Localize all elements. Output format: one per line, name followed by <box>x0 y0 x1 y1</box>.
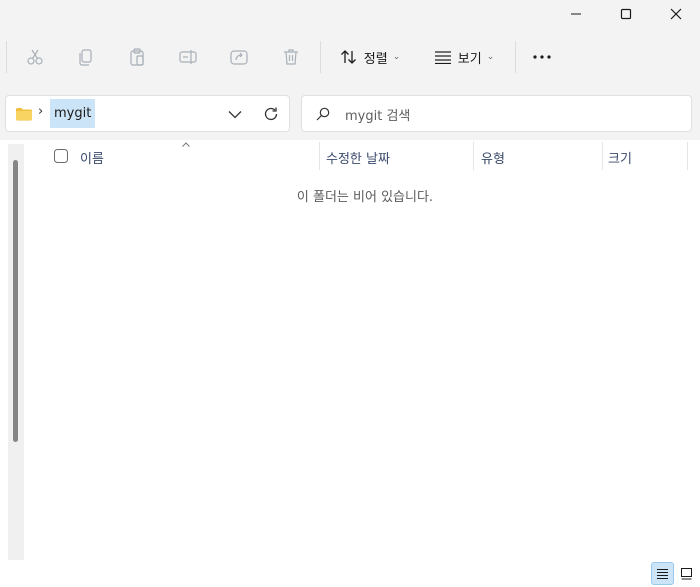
view-label: 보기 <box>457 51 482 67</box>
maximize-button[interactable] <box>601 0 651 28</box>
expand-chevron-icon[interactable]: › <box>0 182 3 191</box>
paste-button[interactable] <box>122 41 152 73</box>
delete-button[interactable] <box>276 41 306 73</box>
nav-scrollbar[interactable] <box>8 144 24 562</box>
minimize-button[interactable] <box>551 0 601 28</box>
divider <box>320 41 321 73</box>
share-button[interactable] <box>224 41 254 73</box>
column-type[interactable]: 유형 <box>481 148 505 167</box>
tiles-view-icon <box>681 568 692 580</box>
folder-icon <box>16 108 32 121</box>
cut-icon <box>27 49 43 65</box>
rename-icon <box>179 50 197 64</box>
column-header-row: 이름 수정한 날짜 유형 크기 <box>24 140 700 172</box>
select-all-checkbox[interactable] <box>54 149 68 163</box>
column-divider[interactable] <box>319 142 320 170</box>
details-view-button[interactable] <box>651 562 674 585</box>
close-button[interactable] <box>651 0 700 28</box>
expand-chevron-icon[interactable]: › <box>0 236 3 245</box>
copy-button[interactable] <box>71 41 101 73</box>
refresh-icon[interactable] <box>263 106 279 122</box>
expand-chevron-icon[interactable]: › <box>0 263 3 272</box>
cut-button[interactable] <box>20 41 50 73</box>
divider <box>6 41 7 73</box>
sort-icon <box>340 50 356 64</box>
breadcrumb-current-folder[interactable]: mygit <box>50 99 96 128</box>
sort-button[interactable]: 정렬 ⌄ <box>334 41 406 73</box>
chevron-right-icon: › <box>38 104 44 119</box>
status-bar <box>0 560 700 587</box>
minimize-icon <box>571 13 581 15</box>
view-button[interactable]: 보기 ⌄ <box>428 41 500 73</box>
share-icon <box>230 50 248 65</box>
large-icons-view-button[interactable] <box>675 562 698 585</box>
chevron-down-icon: ⌄ <box>486 52 495 62</box>
chevron-down-icon: ⌄ <box>392 52 401 62</box>
close-icon <box>670 8 682 20</box>
chevron-down-icon[interactable] <box>228 110 242 119</box>
sort-ascending-icon <box>182 142 190 147</box>
more-options-button[interactable] <box>526 41 558 73</box>
search-box[interactable]: mygit 검색 <box>301 95 692 132</box>
column-name[interactable]: 이름 <box>80 148 104 167</box>
search-input[interactable]: mygit 검색 <box>345 105 410 124</box>
expand-chevron-icon[interactable]: › <box>0 290 3 299</box>
trash-icon <box>284 49 298 65</box>
breadcrumb-label: mygit <box>54 106 92 121</box>
search-icon <box>316 107 330 121</box>
column-size[interactable]: 크기 <box>608 148 632 167</box>
sort-label: 정렬 <box>363 51 388 67</box>
rename-button[interactable] <box>173 41 203 73</box>
copy-icon <box>79 49 92 66</box>
column-divider[interactable] <box>602 142 603 170</box>
more-icon <box>533 55 551 59</box>
paste-icon <box>130 48 144 66</box>
expand-chevron-icon[interactable]: › <box>0 209 3 218</box>
column-divider[interactable] <box>473 142 474 170</box>
column-divider[interactable] <box>687 142 688 170</box>
scrollbar-thumb[interactable] <box>13 160 18 442</box>
view-list-icon <box>434 51 451 64</box>
address-row: › mygit mygit 검색 <box>0 86 700 140</box>
empty-folder-message: 이 폴더는 비어 있습니다. <box>296 190 434 205</box>
navigation-pane: › › › › › <box>0 140 24 562</box>
column-modified[interactable]: 수정한 날짜 <box>326 148 390 167</box>
divider <box>515 41 516 73</box>
details-view-icon <box>657 569 668 579</box>
title-bar <box>0 0 700 28</box>
address-bar[interactable]: › mygit <box>5 95 290 132</box>
maximize-icon <box>620 8 632 20</box>
command-bar: 정렬 ⌄ 보기 ⌄ <box>0 28 700 86</box>
